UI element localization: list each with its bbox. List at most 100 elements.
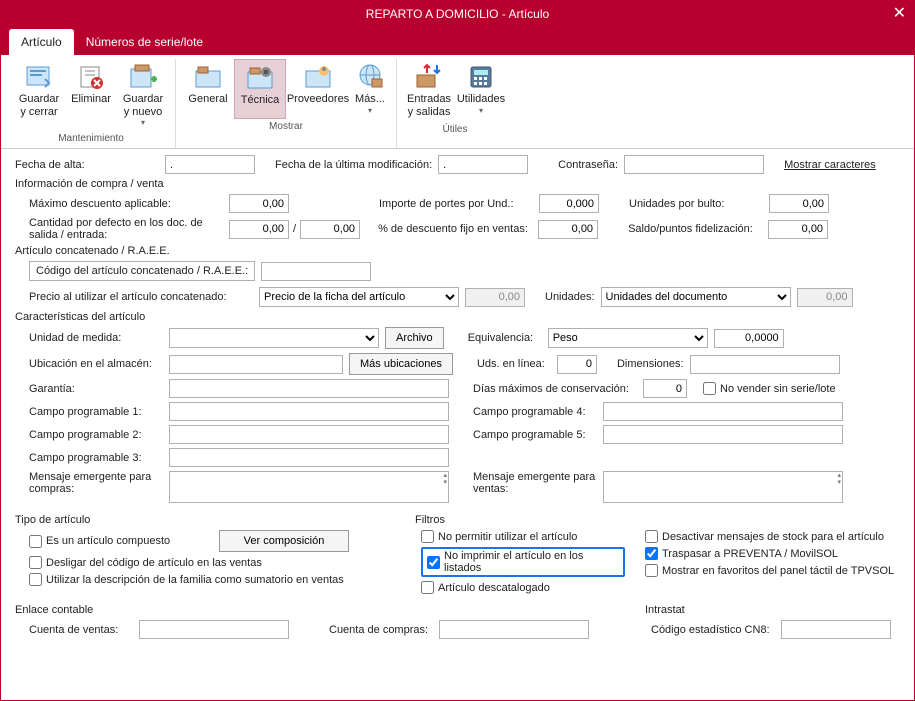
ribbon-proveedores[interactable]: Proveedores — [286, 59, 350, 119]
cn8-field[interactable] — [781, 620, 891, 639]
campo3-field[interactable] — [169, 448, 449, 467]
precio-concat-select[interactable]: Precio de la ficha del artículo — [259, 287, 459, 307]
label-ubicacion: Ubicación en el almacén: — [29, 358, 169, 370]
section-filtros: Filtros — [415, 514, 625, 526]
uds-linea-field[interactable] — [557, 355, 597, 374]
label-cant-defecto: Cantidad por defecto en los doc. de sali… — [29, 217, 229, 241]
campo5-field[interactable] — [603, 425, 843, 444]
fecha-mod-field[interactable] — [438, 155, 528, 174]
ribbon-utilidades[interactable]: Utilidades ▾ — [455, 59, 507, 122]
saldo-field[interactable] — [768, 220, 828, 239]
mas-icon — [354, 63, 386, 91]
garantia-field[interactable] — [169, 379, 449, 398]
label-campo2: Campo programable 2: — [29, 429, 169, 441]
no-permitir-checkbox[interactable]: No permitir utilizar el artículo — [421, 530, 577, 543]
compuesto-checkbox[interactable]: Es un artículo compuesto — [29, 535, 219, 548]
tab-articulo[interactable]: Artículo — [9, 29, 74, 55]
ribbon-entradas-salidas[interactable]: Entradas y salidas — [403, 59, 455, 122]
label-campo4: Campo programable 4: — [473, 406, 603, 418]
label-cta-ventas: Cuenta de ventas: — [29, 624, 139, 636]
window-title: REPARTO A DOMICILIO - Artículo — [366, 7, 549, 21]
ubicacion-field[interactable] — [169, 355, 343, 374]
equivalencia-select[interactable]: Peso — [548, 328, 708, 348]
ribbon-group-utiles: Entradas y salidas Utilidades ▾ Útiles — [397, 59, 513, 148]
campo2-field[interactable] — [169, 425, 449, 444]
no-imprimir-checkbox[interactable]: No imprimir el artículo en los listados — [427, 550, 619, 574]
ver-composicion-button[interactable]: Ver composición — [219, 530, 349, 552]
section-concatenado: Artículo concatenado / R.A.E.E. — [15, 245, 900, 257]
archivo-button[interactable]: Archivo — [385, 327, 444, 349]
label-cta-compras: Cuenta de compras: — [329, 624, 439, 636]
ribbon-guardar-nuevo[interactable]: Guardar y nuevo ▾ — [117, 59, 169, 131]
ribbon-group-label-mant: Mantenimiento — [58, 131, 124, 146]
label-campo1: Campo programable 1: — [29, 406, 169, 418]
section-compra-venta: Información de compra / venta — [15, 178, 900, 190]
ribbon: Guardar y cerrar Eliminar Guardar y nuev… — [1, 55, 914, 149]
dias-cons-field[interactable] — [643, 379, 687, 398]
entradas-icon — [413, 63, 445, 91]
utilidades-icon — [465, 63, 497, 91]
cod-concatenado-field[interactable] — [261, 262, 371, 281]
unidades-concat-value — [797, 288, 853, 307]
campo1-field[interactable] — [169, 402, 449, 421]
ribbon-mas[interactable]: Más... ▾ — [350, 59, 390, 119]
ribbon-tecnica[interactable]: Técnica — [234, 59, 286, 119]
pct-desc-field[interactable] — [538, 220, 598, 239]
ribbon-group-label-mostrar: Mostrar — [269, 119, 303, 134]
cta-compras-field[interactable] — [439, 620, 589, 639]
dimensiones-field[interactable] — [690, 355, 840, 374]
label-fecha-alta: Fecha de alta: — [15, 159, 165, 171]
no-imprimir-highlight: No imprimir el artículo en los listados — [421, 547, 625, 577]
traspasar-checkbox[interactable]: Traspasar a PREVENTA / MovilSOL — [645, 547, 838, 560]
usar-desc-familia-checkbox[interactable]: Utilizar la descripción de la familia co… — [29, 573, 344, 586]
label-contrasena: Contraseña: — [558, 159, 618, 171]
tab-series[interactable]: Números de serie/lote — [74, 29, 215, 55]
unidad-medida-select[interactable] — [169, 328, 379, 348]
ribbon-group-label-utiles: Útiles — [442, 122, 467, 137]
slash-sep: / — [293, 223, 296, 235]
close-icon[interactable]: ✕ — [893, 3, 906, 23]
contrasena-field[interactable] — [624, 155, 764, 174]
label-dimensiones: Dimensiones: — [617, 358, 684, 370]
tecnica-icon — [244, 64, 276, 92]
imp-portes-field[interactable] — [539, 194, 599, 213]
desligar-checkbox[interactable]: Desligar del código de artículo en las v… — [29, 556, 262, 569]
mas-ubicaciones-button[interactable]: Más ubicaciones — [349, 353, 453, 375]
no-vender-checkbox[interactable]: No vender sin serie/lote — [703, 382, 836, 395]
tab-strip: Artículo Números de serie/lote — [1, 27, 914, 55]
section-tipo: Tipo de artículo — [15, 514, 395, 526]
msg-compras-field[interactable] — [169, 471, 449, 503]
delete-icon — [75, 63, 107, 91]
label-campo5: Campo programable 5: — [473, 429, 603, 441]
descatalogado-checkbox[interactable]: Artículo descatalogado — [421, 581, 550, 594]
label-saldo: Saldo/puntos fidelización: — [628, 223, 768, 235]
label-garantia: Garantía: — [29, 383, 169, 395]
ribbon-guardar-cerrar[interactable]: Guardar y cerrar — [13, 59, 65, 131]
ribbon-eliminar[interactable]: Eliminar — [65, 59, 117, 131]
label-equivalencia: Equivalencia: — [468, 332, 548, 344]
mostrar-caracteres-link[interactable]: Mostrar caracteres — [784, 159, 876, 171]
msg-ventas-field[interactable] — [603, 471, 843, 503]
unidades-concat-select[interactable]: Unidades del documento — [601, 287, 791, 307]
mostrar-fav-checkbox[interactable]: Mostrar en favoritos del panel táctil de… — [645, 564, 894, 577]
label-unidades-concat: Unidades: — [545, 291, 595, 303]
general-icon — [192, 63, 224, 91]
form-content: Fecha de alta: Fecha de la última modifi… — [1, 149, 914, 649]
label-campo3: Campo programable 3: — [29, 452, 169, 464]
max-desc-field[interactable] — [229, 194, 289, 213]
cant-def-salida-field[interactable] — [229, 220, 289, 239]
label-precio-concat: Precio al utilizar el artículo concatena… — [29, 291, 259, 303]
cta-ventas-field[interactable] — [139, 620, 289, 639]
campo4-field[interactable] — [603, 402, 843, 421]
fecha-alta-field[interactable] — [165, 155, 255, 174]
label-cn8: Código estadístico CN8: — [651, 624, 781, 636]
label-und-bulto: Unidades por bulto: — [629, 198, 769, 210]
cant-def-entrada-field[interactable] — [300, 220, 360, 239]
proveedores-icon — [302, 63, 334, 91]
und-bulto-field[interactable] — [769, 194, 829, 213]
section-caracteristicas: Características del artículo — [15, 311, 900, 323]
ribbon-general[interactable]: General — [182, 59, 234, 119]
precio-concat-value — [465, 288, 525, 307]
desactivar-stock-checkbox[interactable]: Desactivar mensajes de stock para el art… — [645, 530, 884, 543]
equivalencia-value[interactable] — [714, 329, 784, 348]
